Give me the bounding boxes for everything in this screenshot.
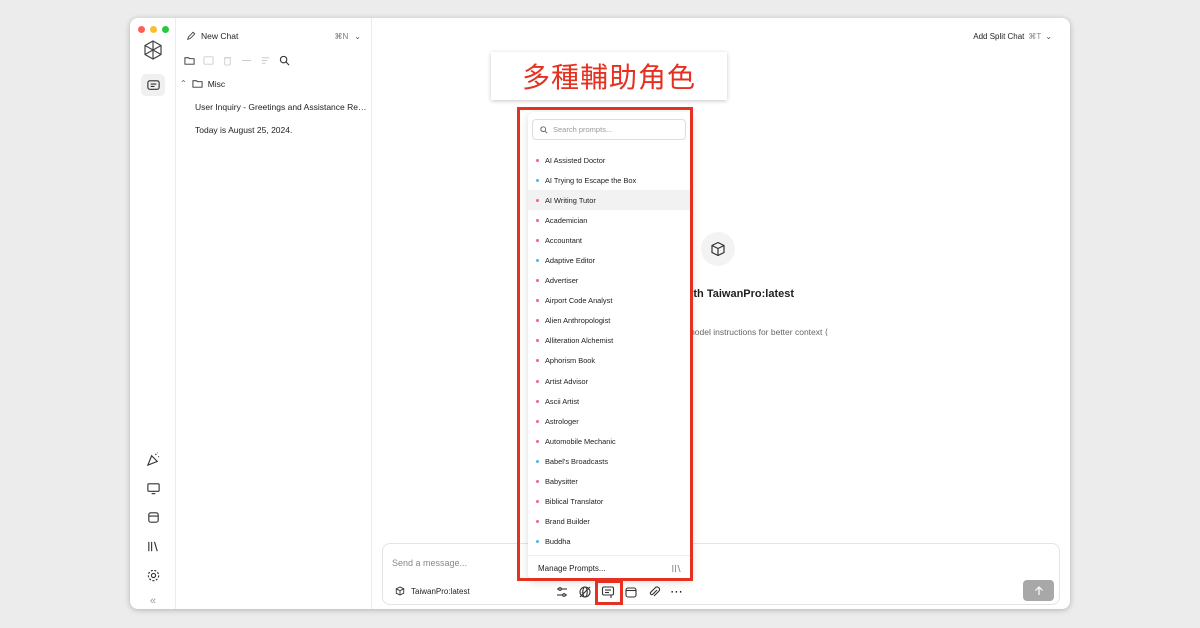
new-chat-button[interactable]: New Chat ⌘N ⌄ xyxy=(186,29,361,43)
split-chat-label: Add Split Chat xyxy=(973,32,1025,41)
model-name: TaiwanPro:latest xyxy=(411,586,470,596)
sidebar-toolbar xyxy=(184,55,290,66)
folder-icon xyxy=(192,80,203,88)
chevron-down-icon: ⌄ xyxy=(1045,32,1052,41)
cube-icon xyxy=(395,586,405,596)
highlight-prompt-button xyxy=(595,580,623,605)
cube-icon xyxy=(711,241,725,257)
chat-list-item[interactable]: User Inquiry - Greetings and Assistance … xyxy=(190,102,370,112)
sort-icon[interactable] xyxy=(260,55,271,66)
attachment-icon[interactable] xyxy=(647,585,661,599)
sliders-icon[interactable] xyxy=(555,585,569,599)
books-icon xyxy=(147,541,158,551)
chat-bubble-icon xyxy=(146,79,160,90)
folder-misc[interactable]: ⌃ Misc xyxy=(180,78,225,89)
model-avatar xyxy=(701,232,735,266)
chevron-up-icon: ⌃ xyxy=(180,79,187,88)
library-nav-button[interactable] xyxy=(141,535,165,557)
split-chat-shortcut: ⌘T xyxy=(1028,32,1042,41)
double-chevron-left-icon: « xyxy=(149,595,157,607)
chats-nav-button[interactable] xyxy=(141,74,165,96)
monitor-icon xyxy=(146,482,160,494)
arrow-up-icon xyxy=(1034,585,1043,595)
pencil-icon xyxy=(187,31,196,40)
move-icon[interactable] xyxy=(241,55,252,66)
chat-sidebar: New Chat ⌘N ⌄ ⌃ Misc User Inquiry - Gree… xyxy=(176,18,372,609)
new-chat-label: New Chat xyxy=(201,31,239,41)
annotation-banner: 多種輔助角色 xyxy=(491,52,727,100)
chevron-down-icon[interactable]: ⌄ xyxy=(354,32,361,41)
chat-main: Add Split Chat ⌘T ⌄ g with TaiwanPro:lat… xyxy=(372,18,1070,609)
archive-nav-button[interactable] xyxy=(141,506,165,528)
party-popper-icon xyxy=(146,451,159,466)
collapse-sidebar-button[interactable]: « xyxy=(141,590,165,609)
highlight-prompt-list xyxy=(517,107,693,581)
search-icon[interactable] xyxy=(279,55,290,66)
app-logo-icon[interactable] xyxy=(143,40,163,60)
chat-hint: t model instructions for better context … xyxy=(683,327,829,337)
trash-icon[interactable] xyxy=(222,55,233,66)
image-icon[interactable] xyxy=(203,55,214,66)
party-nav-button[interactable] xyxy=(141,448,165,470)
chat-list-item[interactable]: Today is August 25, 2024. xyxy=(190,125,370,135)
message-composer: Send a message... TaiwanPro:latest ⌄ ⋯ xyxy=(382,543,1060,605)
more-options-icon[interactable]: ⋯ xyxy=(670,585,683,598)
gear-icon xyxy=(147,569,159,581)
icon-rail: « xyxy=(130,18,176,609)
send-button[interactable] xyxy=(1023,580,1054,601)
new-chat-shortcut: ⌘N xyxy=(334,31,349,41)
message-input[interactable]: Send a message... xyxy=(392,558,467,568)
folder-label: Misc xyxy=(207,78,226,89)
settings-nav-button[interactable] xyxy=(141,564,165,586)
new-folder-icon[interactable] xyxy=(184,55,195,66)
archive-box-icon xyxy=(147,511,159,523)
add-split-chat-button[interactable]: Add Split Chat ⌘T ⌄ xyxy=(973,32,1052,41)
no-web-icon[interactable] xyxy=(578,585,592,599)
knowledge-box-icon[interactable] xyxy=(624,585,638,599)
prompt-library-nav-button[interactable] xyxy=(141,477,165,499)
